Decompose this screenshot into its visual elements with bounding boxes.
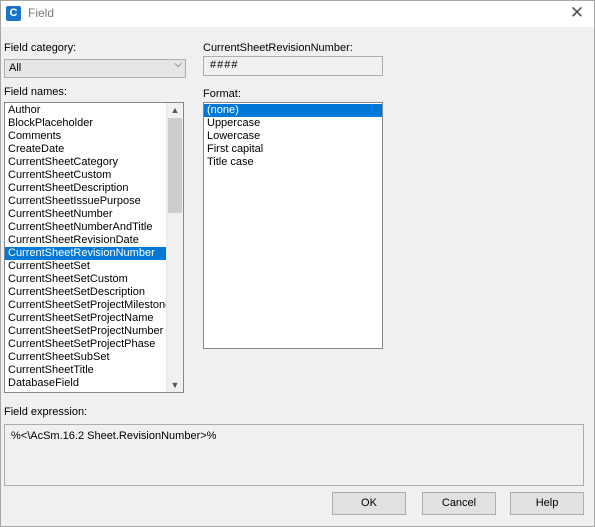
window-title: Field xyxy=(28,6,55,20)
field-dialog: C Field ✕ Field category: All ⌵ Field na… xyxy=(0,0,595,527)
ok-button[interactable]: OK xyxy=(332,492,406,515)
field-name-item[interactable]: CurrentSheetCategory xyxy=(5,156,166,169)
field-name-item[interactable]: CurrentSheetSetProjectPhase xyxy=(5,338,166,351)
format-item[interactable]: Uppercase xyxy=(204,117,382,130)
chevron-down-icon: ⌵ xyxy=(174,59,182,70)
field-name-item[interactable]: CurrentSheetDescription xyxy=(5,182,166,195)
field-value-readout: #### xyxy=(203,56,383,76)
field-name-item[interactable]: BlockPlaceholder xyxy=(5,117,166,130)
field-value-text: #### xyxy=(210,59,239,71)
field-category-label: Field category: xyxy=(4,42,77,54)
field-name-item[interactable]: CurrentSheetSetProjectMilestone xyxy=(5,299,166,312)
format-item[interactable]: Title case xyxy=(204,156,382,169)
format-label: Format: xyxy=(203,88,241,100)
field-value-label: CurrentSheetRevisionNumber: xyxy=(203,42,353,54)
close-icon[interactable]: ✕ xyxy=(560,1,594,27)
help-button[interactable]: Help xyxy=(510,492,584,515)
format-item[interactable]: Lowercase xyxy=(204,130,382,143)
field-name-item[interactable]: CurrentSheetNumberAndTitle xyxy=(5,221,166,234)
field-expression-box[interactable]: %<\AcSm.16.2 Sheet.RevisionNumber>% xyxy=(4,424,584,486)
field-category-value: All xyxy=(9,62,22,74)
field-name-item[interactable]: CurrentSheetIssuePurpose xyxy=(5,195,166,208)
format-item[interactable]: (none) xyxy=(204,104,382,117)
scroll-up-arrow-icon[interactable]: ▲ xyxy=(167,103,183,117)
field-name-item[interactable]: Author xyxy=(5,104,166,117)
field-name-item[interactable]: CurrentSheetNumber xyxy=(5,208,166,221)
field-name-item[interactable]: CurrentSheetRevisionNumber xyxy=(5,247,166,260)
field-expression-label: Field expression: xyxy=(4,406,88,418)
field-expression-text: %<\AcSm.16.2 Sheet.RevisionNumber>% xyxy=(11,430,217,442)
scroll-thumb[interactable] xyxy=(168,118,182,213)
scroll-down-arrow-icon[interactable]: ▼ xyxy=(167,378,183,392)
field-category-select[interactable]: All ⌵ xyxy=(4,59,186,78)
field-name-item[interactable]: CreateDate xyxy=(5,143,166,156)
field-names-scrollbar[interactable]: ▲ ▼ xyxy=(166,103,183,392)
field-name-item[interactable]: Comments xyxy=(5,130,166,143)
field-names-list[interactable]: Author BlockPlaceholder Comments CreateDate… xyxy=(4,102,184,393)
format-list[interactable]: (none) Uppercase Lowercase First capital Tit… xyxy=(203,102,383,349)
field-name-item[interactable]: CurrentSheetSetCustom xyxy=(5,273,166,286)
title-bar: C Field ✕ xyxy=(1,1,594,27)
field-name-item[interactable]: CurrentSheetSetDescription xyxy=(5,286,166,299)
cancel-button[interactable]: Cancel xyxy=(422,492,496,515)
field-name-item[interactable]: CurrentSheetRevisionDate xyxy=(5,234,166,247)
field-name-item[interactable]: CurrentSheetSubSet xyxy=(5,351,166,364)
field-name-item[interactable]: CurrentSheetSetProjectName xyxy=(5,312,166,325)
field-name-item[interactable]: CurrentSheetSet xyxy=(5,260,166,273)
field-name-item[interactable]: CurrentSheetSetProjectNumber xyxy=(5,325,166,338)
field-name-item[interactable]: CurrentSheetTitle xyxy=(5,364,166,377)
field-name-item[interactable]: CurrentSheetCustom xyxy=(5,169,166,182)
app-icon: C xyxy=(6,6,21,21)
format-item[interactable]: First capital xyxy=(204,143,382,156)
field-name-item[interactable]: DatabaseField xyxy=(5,377,166,390)
field-names-label: Field names: xyxy=(4,86,67,98)
